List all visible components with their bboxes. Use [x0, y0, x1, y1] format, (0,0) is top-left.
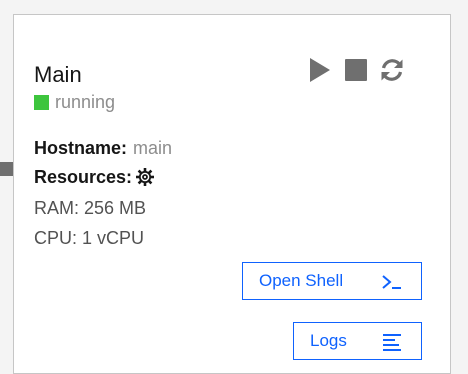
resources-settings-button[interactable] — [135, 167, 155, 187]
connector-stub — [0, 162, 13, 176]
gear-icon — [136, 168, 155, 186]
logs-icon — [383, 334, 401, 351]
ram-info: RAM: 256 MB — [34, 198, 147, 218]
status-dot — [34, 95, 49, 110]
play-icon — [310, 58, 330, 82]
play-button[interactable] — [307, 57, 333, 83]
machine-controls — [307, 57, 415, 83]
hostname-value: main — [133, 138, 173, 158]
status-indicator: running — [34, 92, 115, 113]
restart-icon — [381, 59, 403, 81]
logs-label: Logs — [310, 331, 347, 350]
resources-row: Resources: — [34, 166, 155, 188]
open-shell-label: Open Shell — [259, 271, 344, 290]
stop-icon — [345, 59, 367, 81]
restart-button[interactable] — [379, 57, 405, 83]
machine-title: Main — [34, 62, 82, 87]
stop-button[interactable] — [343, 57, 369, 83]
machine-card: Main running Hostname: main Resources: R… — [13, 14, 451, 374]
open-shell-button[interactable]: Open Shell — [242, 262, 422, 300]
logs-button[interactable]: Logs — [293, 322, 422, 360]
status-label: running — [55, 92, 116, 112]
hostname-row: Hostname: main — [34, 137, 172, 159]
cpu-info: CPU: 1 vCPU — [34, 228, 145, 248]
resources-label: Resources: — [34, 167, 133, 187]
terminal-icon — [382, 275, 401, 289]
hostname-label: Hostname: — [34, 138, 128, 158]
